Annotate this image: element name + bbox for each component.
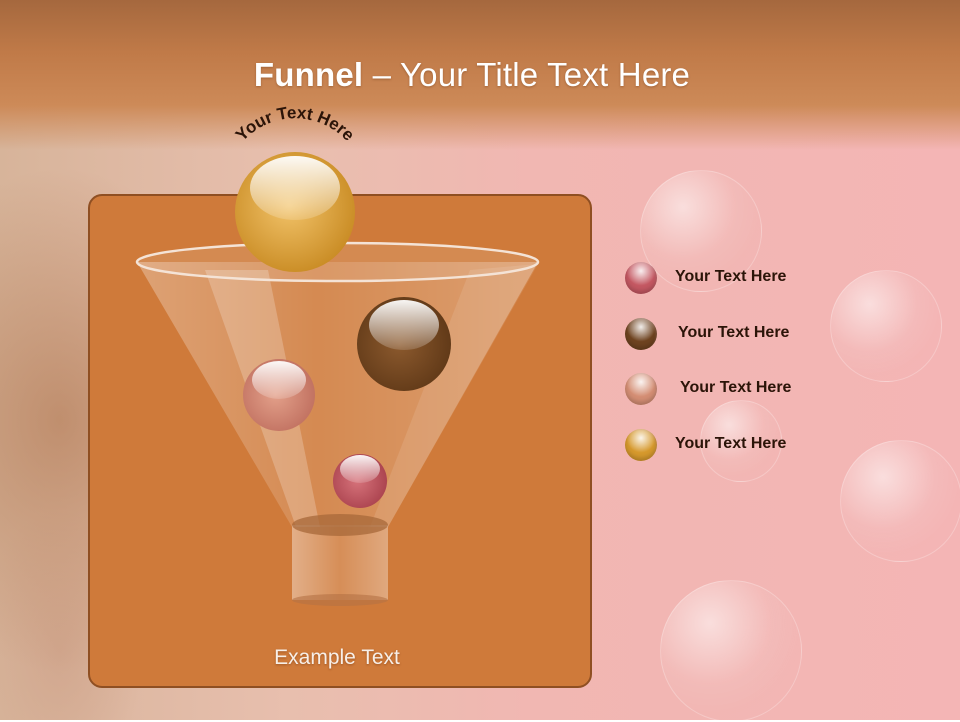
- example-text: Example Text: [274, 646, 400, 669]
- legend-ball-brown-icon: [625, 318, 657, 350]
- legend-label: Your Text Here: [680, 379, 792, 396]
- funnel-spout: [292, 525, 388, 600]
- legend-ball-red-icon: [625, 262, 657, 294]
- funnel-spout-top: [292, 514, 388, 536]
- arc-text: Your Text Here: [232, 103, 358, 145]
- arc-text-path: Your Text Here: [232, 103, 358, 145]
- legend-label: Your Text Here: [675, 268, 787, 285]
- legend-label: Your Text Here: [678, 324, 790, 341]
- ball-brown: [357, 297, 451, 391]
- ball-red: [333, 454, 387, 508]
- legend-label: Your Text Here: [675, 435, 787, 452]
- ball-gold: [235, 152, 355, 272]
- legend-ball-rose-icon: [625, 373, 657, 405]
- funnel-diagram: Your Text Here: [135, 103, 540, 606]
- legend-ball-gold-icon: [625, 429, 657, 461]
- funnel-spout-bottom: [292, 594, 388, 606]
- slide: Funnel – Your Title Text Here Your Text …: [0, 0, 960, 722]
- ball-rose: [243, 359, 315, 431]
